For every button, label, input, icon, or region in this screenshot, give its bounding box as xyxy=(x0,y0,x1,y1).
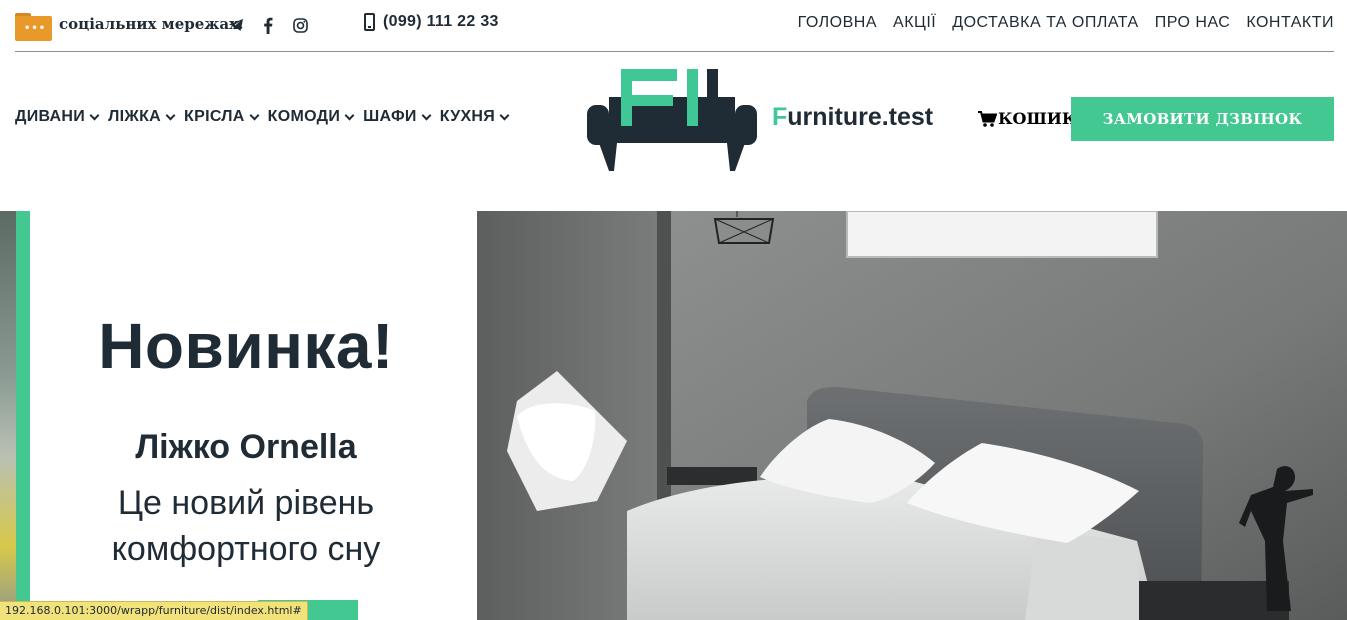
folder-icon: ••• xyxy=(15,13,52,41)
social-label: соціальних мережах: xyxy=(59,15,244,33)
category-label: ШАФИ xyxy=(363,108,417,125)
phone-contact[interactable]: (099) 111 22 33 xyxy=(364,13,499,31)
cart-icon xyxy=(978,110,997,127)
top-bar: ••• соціальних мережах: (099) 111 22 33 … xyxy=(15,0,1334,52)
hero-title: Новинка! xyxy=(98,310,394,382)
sofa-logo-icon xyxy=(587,69,757,171)
previous-slide-preview xyxy=(0,211,16,620)
nav-home[interactable]: ГОЛОВНА xyxy=(798,14,877,32)
cart-link[interactable]: КОШИК xyxy=(978,109,1076,128)
facebook-icon[interactable] xyxy=(259,16,277,34)
chevron-down-icon xyxy=(165,110,176,120)
bedroom-photo xyxy=(477,211,1347,620)
top-nav: ГОЛОВНА АКЦІЇ ДОСТАВКА ТА ОПЛАТА ПРО НАС… xyxy=(798,14,1334,32)
hero-description: Це новий рівень комфортного сну xyxy=(30,481,462,572)
order-callback-button[interactable]: ЗАМОВИТИ ДЗВІНОК xyxy=(1071,97,1334,141)
category-dressers[interactable]: КОМОДИ xyxy=(268,108,357,126)
chevron-down-icon xyxy=(344,110,355,120)
category-kitchen[interactable]: КУХНЯ xyxy=(440,108,512,126)
category-sofas[interactable]: ДИВАНИ xyxy=(15,108,102,126)
nav-delivery[interactable]: ДОСТАВКА ТА ОПЛАТА xyxy=(952,14,1138,32)
category-label: КОМОДИ xyxy=(267,108,341,125)
chevron-down-icon xyxy=(249,110,260,120)
category-wardrobes[interactable]: ШАФИ xyxy=(363,108,434,126)
category-label: КУХНЯ xyxy=(439,108,496,125)
hero-slider: Новинка! Ліжко Ornella Це новий рівень к… xyxy=(0,211,1347,620)
chevron-down-icon xyxy=(421,110,432,120)
hero-product-name: Ліжко Ornella xyxy=(135,428,357,466)
cart-label: КОШИК xyxy=(998,109,1077,128)
category-label: ЛІЖКА xyxy=(108,108,162,125)
nav-promotions[interactable]: АКЦІЇ xyxy=(893,14,936,32)
brand-name: Furniture.test xyxy=(772,103,934,131)
hero-description-line: Це новий рівень xyxy=(117,484,375,522)
phone-number[interactable]: (099) 111 22 33 xyxy=(383,13,499,31)
nav-about[interactable]: ПРО НАС xyxy=(1155,14,1231,32)
category-armchairs[interactable]: КРІСЛА xyxy=(184,108,262,126)
hero-description-line: комфортного сну xyxy=(111,529,381,568)
chevron-down-icon xyxy=(499,110,510,120)
nav-contacts[interactable]: КОНТАКТИ xyxy=(1246,14,1334,32)
phone-icon xyxy=(364,13,375,31)
category-beds[interactable]: ЛІЖКА xyxy=(108,108,178,126)
category-label: КРІСЛА xyxy=(184,108,245,125)
chevron-down-icon xyxy=(89,110,100,120)
accent-bar xyxy=(16,211,30,620)
category-label: ДИВАНИ xyxy=(15,108,86,125)
browser-status-url: 192.168.0.101:3000/wrapp/furniture/dist/… xyxy=(0,601,308,620)
telegram-icon[interactable] xyxy=(227,16,245,34)
instagram-icon[interactable] xyxy=(291,16,309,34)
category-nav: ДИВАНИ ЛІЖКА КРІСЛА КОМОДИ ШАФИ КУХНЯ xyxy=(15,108,512,126)
